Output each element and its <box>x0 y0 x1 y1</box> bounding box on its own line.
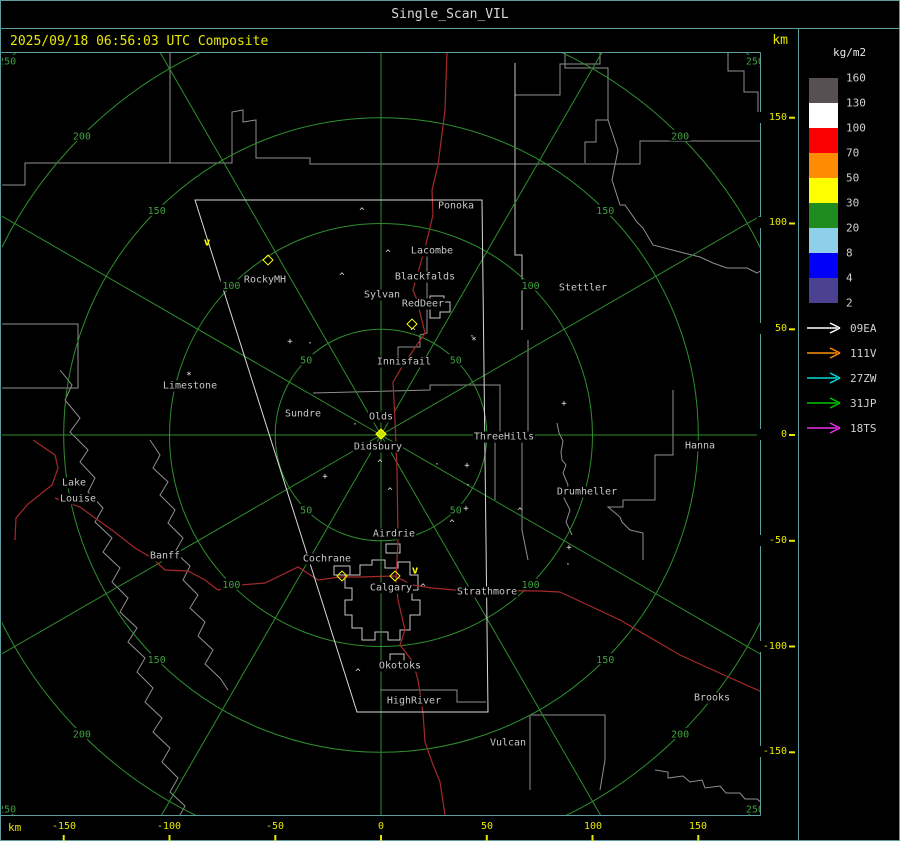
right-axis-tick-label: 0 <box>757 429 787 440</box>
scale-threshold-label: 70 <box>846 146 860 160</box>
scale-color-block <box>809 103 838 128</box>
bottom-axis-tick-label: 0 <box>377 821 385 832</box>
axis-tick-marks <box>62 116 795 841</box>
radar-site-legend-item: 18TS <box>806 421 877 435</box>
scale-threshold-label: 50 <box>846 171 860 185</box>
right-axis-tick-label: -100 <box>757 641 787 652</box>
bottom-axis-tick-label: 100 <box>583 821 603 832</box>
site-id-label: 31JP <box>850 396 877 410</box>
scale-threshold-label: 100 <box>846 121 866 135</box>
radar-viewer-window: Single_Scan_VIL 2025/09/18 06:56:03 UTC … <box>0 0 900 841</box>
scale-threshold-label: 2 <box>846 296 853 310</box>
site-arrow-icon <box>807 372 841 384</box>
radar-site-legend-item: 09EA <box>806 321 877 335</box>
bottom-axis-tick-label: -50 <box>265 821 285 832</box>
scale-color-block <box>809 78 838 103</box>
right-axis-tick-label: -50 <box>757 535 787 546</box>
scale-color-block <box>809 278 838 303</box>
scale-color-block <box>809 253 838 278</box>
radar-site-legend-item: 31JP <box>806 396 877 410</box>
scale-color-block <box>809 128 838 153</box>
site-arrow-icon <box>807 422 841 434</box>
site-id-label: 18TS <box>850 421 877 435</box>
scale-color-block <box>809 153 838 178</box>
scale-color-block <box>809 178 838 203</box>
scale-threshold-label: 20 <box>846 221 860 235</box>
scale-color-block <box>809 228 838 253</box>
scale-color-block <box>809 203 838 228</box>
site-arrow-icon <box>807 397 841 409</box>
radar-site-legend-item: 111V <box>806 346 877 360</box>
bottom-axis-tick-label: 150 <box>688 821 708 832</box>
bottom-axis-tick-label: -150 <box>51 821 77 832</box>
site-id-label: 111V <box>850 346 877 360</box>
radar-site-legend-item: 27ZW <box>806 371 877 385</box>
bottom-axis-unit: km <box>8 821 22 834</box>
right-axis-tick-label: 50 <box>757 323 787 334</box>
right-axis-tick-label: -150 <box>757 746 787 757</box>
right-axis-tick-label: 100 <box>757 217 787 228</box>
scale-threshold-label: 8 <box>846 246 853 260</box>
right-axis-tick-label: 150 <box>757 112 787 123</box>
site-arrow-icon <box>807 347 841 359</box>
scale-threshold-label: 4 <box>846 271 853 285</box>
site-id-label: 09EA <box>850 321 877 335</box>
site-id-label: 27ZW <box>850 371 877 385</box>
bottom-axis-tick-label: 50 <box>480 821 494 832</box>
scale-threshold-label: 30 <box>846 196 860 210</box>
site-arrow-icon <box>807 322 841 334</box>
bottom-axis-tick-label: -100 <box>156 821 182 832</box>
scale-threshold-label: 130 <box>846 96 866 110</box>
legend-title: kg/m2 <box>833 46 867 59</box>
scale-threshold-label: 160 <box>846 71 866 85</box>
